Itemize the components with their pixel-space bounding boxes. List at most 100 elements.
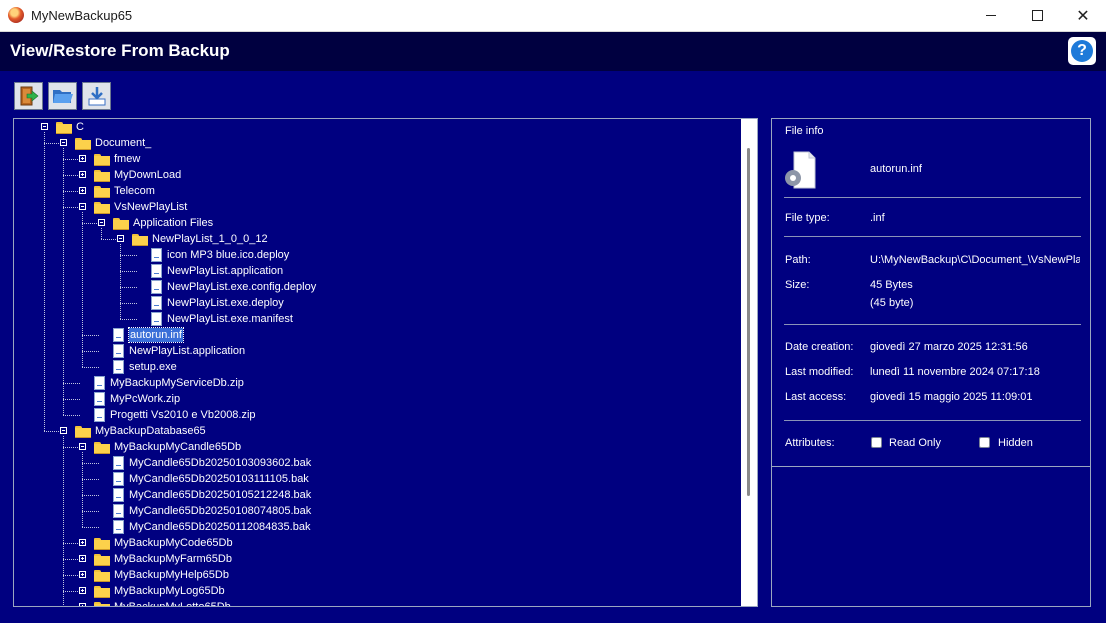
tree-file-node[interactable]: NewPlayList.application [14, 343, 739, 359]
tree-node-label[interactable]: NewPlayList.exe.deploy [167, 296, 284, 310]
tree-node-label[interactable]: MyPcWork.zip [110, 392, 180, 406]
tree-file-node[interactable]: MyCandle65Db20250103093602.bak [14, 455, 739, 471]
tree-folder-node[interactable]: MyBackupMyCode65Db [14, 535, 739, 551]
open-folder-button[interactable] [48, 82, 77, 110]
tree-node-label[interactable]: autorun.inf [128, 327, 184, 343]
tree-node-label[interactable]: MyCandle65Db20250103093602.bak [129, 456, 311, 470]
expand-icon[interactable] [79, 539, 86, 546]
tree-folder-node[interactable]: VsNewPlayList [14, 199, 739, 215]
collapse-icon[interactable] [41, 123, 48, 130]
collapse-icon[interactable] [79, 443, 86, 450]
tree-folder-node[interactable]: MyDownLoad [14, 167, 739, 183]
read-only-label[interactable]: Read Only [889, 437, 941, 449]
tree-node-label[interactable]: MyBackupMyLotto65Db [114, 600, 231, 606]
tree-folder-node[interactable]: MyBackupDatabase65 [14, 423, 739, 439]
collapse-icon[interactable] [117, 235, 124, 242]
tree-file-node[interactable]: MyPcWork.zip [14, 391, 739, 407]
expand-icon[interactable] [79, 187, 86, 194]
folder-icon [113, 218, 129, 230]
tree-file-node[interactable]: autorun.inf [14, 327, 739, 343]
file-icon [113, 328, 124, 342]
tree-node-label[interactable]: NewPlayList.application [129, 344, 245, 358]
tree-node-label[interactable]: MyBackupMyCandle65Db [114, 440, 241, 454]
tree-folder-node[interactable]: fmew [14, 151, 739, 167]
tree-file-node[interactable]: MyCandle65Db20250105212248.bak [14, 487, 739, 503]
tree-connector [120, 271, 137, 272]
tree-folder-node[interactable]: Application Files [14, 215, 739, 231]
tree-node-label[interactable]: Document_ [95, 136, 151, 150]
collapse-icon[interactable] [60, 139, 67, 146]
tree-node-label[interactable]: NewPlayList.exe.manifest [167, 312, 293, 326]
maximize-icon [1031, 10, 1043, 21]
tree-node-label[interactable]: fmew [114, 152, 140, 166]
empty-panel [771, 467, 1091, 607]
expand-icon[interactable] [79, 587, 86, 594]
hidden-label[interactable]: Hidden [998, 437, 1033, 449]
tree-file-node[interactable]: MyCandle65Db20250103111105.bak [14, 471, 739, 487]
tree-node-label[interactable]: Telecom [114, 184, 155, 198]
tree-node-label[interactable]: NewPlayList.exe.config.deploy [167, 280, 316, 294]
tree-node-label[interactable]: NewPlayList.application [167, 264, 283, 278]
tree-node-label[interactable]: MyDownLoad [114, 168, 181, 182]
scrollbar-thumb[interactable] [747, 148, 750, 496]
tree-node-label[interactable]: MyCandle65Db20250112084835.bak [129, 520, 310, 534]
expand-icon[interactable] [79, 155, 86, 162]
collapse-icon[interactable] [98, 219, 105, 226]
tree-node-label[interactable]: MyBackupMyLog65Db [114, 584, 225, 598]
expand-icon[interactable] [79, 171, 86, 178]
collapse-icon[interactable] [79, 203, 86, 210]
tree-file-node[interactable]: MyBackupMyServiceDb.zip [14, 375, 739, 391]
tree-node-label[interactable]: icon MP3 blue.ico.deploy [167, 248, 289, 262]
maximize-button[interactable] [1014, 0, 1060, 31]
tree-scrollbar[interactable] [741, 119, 757, 606]
expand-icon[interactable] [79, 603, 86, 606]
tree-node-label[interactable]: MyBackupMyHelp65Db [114, 568, 229, 582]
tree-file-node[interactable]: MyCandle65Db20250112084835.bak [14, 519, 739, 535]
tree-node-label[interactable]: NewPlayList_1_0_0_12 [152, 232, 268, 246]
tree-folder-node[interactable]: MyBackupMyLog65Db [14, 583, 739, 599]
tree-node-label[interactable]: C [76, 120, 84, 134]
folder-tree[interactable]: C Document_fmew MyDownLoad Telecom VsNewPlay… [13, 118, 758, 607]
collapse-icon[interactable] [60, 427, 67, 434]
tree-folder-node[interactable]: Document_ [14, 135, 739, 151]
help-button[interactable]: ? [1068, 37, 1096, 65]
tree-connector [82, 463, 99, 464]
expand-icon[interactable] [79, 555, 86, 562]
tree-node-label[interactable]: MyCandle65Db20250108074805.bak [129, 504, 311, 518]
tree-file-node[interactable]: NewPlayList.exe.deploy [14, 295, 739, 311]
tree-node-label[interactable]: MyBackupMyCode65Db [114, 536, 233, 550]
expand-icon[interactable] [79, 571, 86, 578]
tree-node-label[interactable]: MyBackupDatabase65 [95, 424, 206, 438]
restore-button[interactable] [82, 82, 111, 110]
hidden-checkbox[interactable] [979, 437, 990, 448]
tree-file-node[interactable]: setup.exe [14, 359, 739, 375]
tree-node-label[interactable]: VsNewPlayList [114, 200, 187, 214]
date-creation-value: giovedì 27 marzo 2025 12:31:56 [870, 341, 1028, 353]
tree-file-node[interactable]: icon MP3 blue.ico.deploy [14, 247, 739, 263]
tree-folder-node[interactable]: MyBackupMyCandle65Db [14, 439, 739, 455]
tree-file-node[interactable]: MyCandle65Db20250108074805.bak [14, 503, 739, 519]
tree-folder-node[interactable]: MyBackupMyHelp65Db [14, 567, 739, 583]
tree-node-label[interactable]: setup.exe [129, 360, 177, 374]
tree-folder-node[interactable]: C [14, 119, 739, 135]
tree-file-node[interactable]: NewPlayList.exe.config.deploy [14, 279, 739, 295]
close-button[interactable]: ✕ [1060, 0, 1106, 31]
tree-node-label[interactable]: MyBackupMyServiceDb.zip [110, 376, 244, 390]
tree-file-node[interactable]: NewPlayList.exe.manifest [14, 311, 739, 327]
tree-folder-node[interactable]: MyBackupMyFarm65Db [14, 551, 739, 567]
tree-folder-node[interactable]: MyBackupMyLotto65Db [14, 599, 739, 606]
tree-folder-node[interactable]: NewPlayList_1_0_0_12 [14, 231, 739, 247]
exit-button[interactable] [14, 82, 43, 110]
tree-node-label[interactable]: MyCandle65Db20250105212248.bak [129, 488, 311, 502]
tree-file-node[interactable]: NewPlayList.application [14, 263, 739, 279]
minimize-button[interactable] [968, 0, 1014, 31]
tree-node-label[interactable]: Progetti Vs2010 e Vb2008.zip [110, 408, 256, 422]
app-icon [8, 7, 24, 23]
tree-node-label[interactable]: Application Files [133, 216, 213, 230]
read-only-checkbox[interactable] [871, 437, 882, 448]
tree-connector [63, 148, 64, 415]
tree-node-label[interactable]: MyBackupMyFarm65Db [114, 552, 232, 566]
tree-folder-node[interactable]: Telecom [14, 183, 739, 199]
tree-node-label[interactable]: MyCandle65Db20250103111105.bak [129, 472, 309, 486]
tree-file-node[interactable]: Progetti Vs2010 e Vb2008.zip [14, 407, 739, 423]
